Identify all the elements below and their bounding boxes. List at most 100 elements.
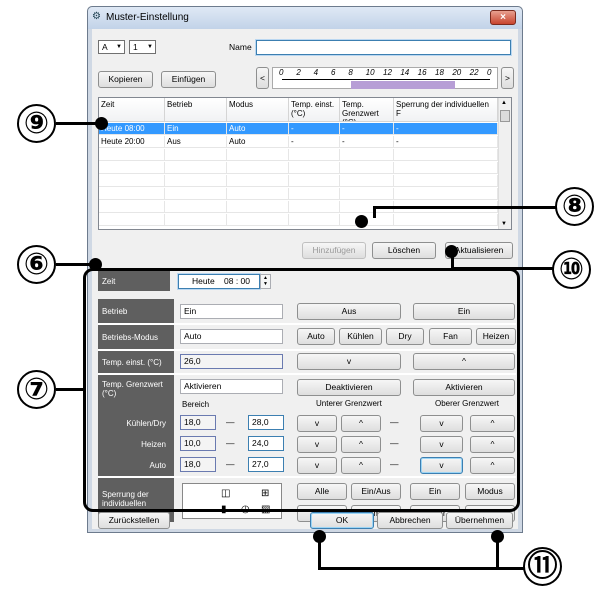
callout-line xyxy=(318,567,524,570)
table-cell: - xyxy=(394,136,498,148)
column-header-operation[interactable]: Betrieb xyxy=(165,98,227,122)
table-cell xyxy=(165,175,227,187)
column-header-lock[interactable]: Sperrung der individuellen F xyxy=(394,98,498,122)
timeline-scroll-left[interactable]: < xyxy=(256,67,269,89)
timeline-tick-label: 8 xyxy=(348,68,353,77)
scroll-thumb[interactable] xyxy=(500,110,510,122)
callout-line xyxy=(373,206,557,209)
table-cell: Auto xyxy=(227,123,289,135)
table-cell: - xyxy=(340,123,394,135)
ok-button[interactable]: OK xyxy=(310,512,374,529)
timeline-tick-label: 0 xyxy=(279,68,284,77)
callout-10: ⑩ xyxy=(552,250,591,289)
callout-line xyxy=(56,388,86,391)
unit-combo[interactable]: 1 ▼ xyxy=(129,40,156,54)
table-cell xyxy=(289,175,340,187)
table-cell xyxy=(99,175,165,187)
timeline-scroll-right[interactable]: > xyxy=(501,67,514,89)
callout-dot xyxy=(491,530,504,543)
table-cell xyxy=(340,175,394,187)
table-scrollbar[interactable]: ▲ ▼ xyxy=(498,98,511,229)
table-cell xyxy=(289,201,340,213)
timeline-active-range xyxy=(351,81,456,89)
table-cell xyxy=(227,162,289,174)
table-cell xyxy=(394,214,498,226)
chevron-down-icon: ▼ xyxy=(116,44,122,50)
window-title: Muster-Einstellung xyxy=(106,12,189,23)
table-cell xyxy=(99,201,165,213)
table-cell xyxy=(165,188,227,200)
table-cell xyxy=(289,149,340,161)
cancel-button[interactable]: Abbrechen xyxy=(377,512,443,529)
table-cell: - xyxy=(394,123,498,135)
title-bar: ⚙ Muster-Einstellung × xyxy=(88,7,522,29)
callout-7: ⑦ xyxy=(17,370,56,409)
table-cell xyxy=(99,149,165,161)
callout-line xyxy=(318,540,321,570)
timeline-tick-label: 18 xyxy=(435,68,444,77)
table-row[interactable] xyxy=(99,149,498,161)
copy-button[interactable]: Kopieren xyxy=(98,71,153,88)
callout-dot xyxy=(445,245,458,258)
table-cell xyxy=(289,214,340,226)
table-row[interactable]: Heute 08:00 Ein Auto - - - xyxy=(99,123,498,135)
timeline-tick-label: 12 xyxy=(383,68,392,77)
name-input[interactable] xyxy=(256,40,511,55)
timeline-tick-label: 20 xyxy=(452,68,462,77)
table-cell xyxy=(227,175,289,187)
delete-button[interactable]: Löschen xyxy=(372,242,436,259)
table-cell xyxy=(227,188,289,200)
app-icon: ⚙ xyxy=(92,11,101,22)
reset-button[interactable]: Zurückstellen xyxy=(98,512,170,529)
callout-line xyxy=(496,540,499,570)
callout-dot xyxy=(89,258,102,271)
table-row[interactable] xyxy=(99,214,498,226)
timeline-tick-label: 14 xyxy=(400,68,410,77)
callout-line xyxy=(451,267,554,270)
timeline[interactable]: 0 2 4 6 8 10 12 14 16 18 20 22 0 xyxy=(272,67,498,89)
table-cell xyxy=(165,214,227,226)
table-cell xyxy=(165,162,227,174)
column-header-mode[interactable]: Modus xyxy=(227,98,289,122)
chevron-down-icon: ▼ xyxy=(147,44,153,50)
table-row[interactable]: Heute 20:00 Aus Auto - - - xyxy=(99,136,498,148)
settings-highlight-frame xyxy=(83,268,520,512)
timeline-tick-label: 0 xyxy=(487,68,492,77)
table-cell xyxy=(227,201,289,213)
callout-dot xyxy=(313,530,326,543)
paste-button[interactable]: Einfügen xyxy=(161,71,216,88)
callout-9: ⑨ xyxy=(17,104,56,143)
column-header-temp-limit[interactable]: Temp. Grenzwert (°C) xyxy=(340,98,394,122)
timeline-tick-label: 16 xyxy=(417,68,427,77)
column-header-temp-set[interactable]: Temp. einst. (°C) xyxy=(289,98,340,122)
callout-11: ⑪ xyxy=(523,547,562,586)
callout-dot xyxy=(95,117,108,130)
timeline-tick-label: 10 xyxy=(365,68,375,77)
table-cell xyxy=(99,214,165,226)
table-row[interactable] xyxy=(99,175,498,187)
schedule-table[interactable]: Zeit Betrieb Modus Temp. einst. (°C) Tem… xyxy=(98,97,512,230)
table-cell xyxy=(340,162,394,174)
close-button[interactable]: × xyxy=(490,10,516,25)
callout-dot xyxy=(355,215,368,228)
table-cell: - xyxy=(289,136,340,148)
column-header-time[interactable]: Zeit xyxy=(99,98,165,122)
table-cell: Heute 08:00 xyxy=(99,123,165,135)
timeline-tick-label: 2 xyxy=(296,68,301,77)
table-row[interactable] xyxy=(99,162,498,174)
table-cell xyxy=(340,188,394,200)
callout-6: ⑥ xyxy=(17,245,56,284)
table-row[interactable] xyxy=(99,188,498,200)
apply-button[interactable]: Übernehmen xyxy=(446,512,513,529)
group-combo[interactable]: A ▼ xyxy=(98,40,125,54)
timeline-tick-label: 6 xyxy=(331,68,336,77)
table-cell xyxy=(340,149,394,161)
callout-8: ⑧ xyxy=(555,187,594,226)
scroll-up-icon[interactable]: ▲ xyxy=(501,100,507,106)
table-cell: Auto xyxy=(227,136,289,148)
table-cell xyxy=(394,149,498,161)
scroll-down-icon[interactable]: ▼ xyxy=(501,221,507,227)
table-cell: Ein xyxy=(165,123,227,135)
table-cell: - xyxy=(340,136,394,148)
add-button[interactable]: Hinzufügen xyxy=(302,242,366,259)
